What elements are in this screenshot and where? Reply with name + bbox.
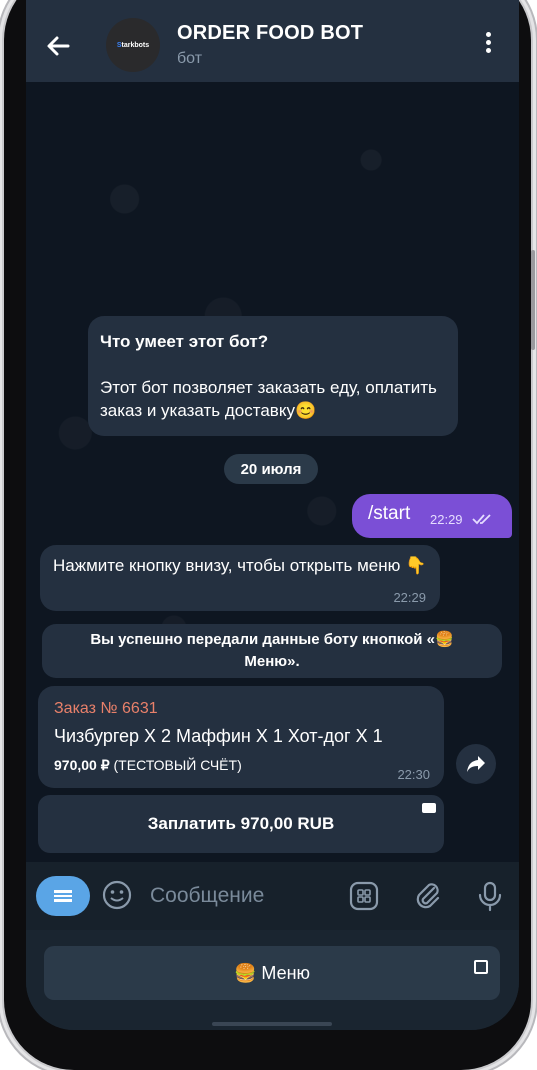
intro-body-text: Этот бот позволяет заказать еду, оплатит… bbox=[100, 378, 437, 420]
chat-subtitle: бот bbox=[177, 50, 203, 67]
keyboard-button-label: 🍔 Меню bbox=[233, 962, 311, 983]
message-input[interactable]: Сообщение bbox=[150, 884, 264, 908]
pay-button-label: Заплатить 970,00 RUB bbox=[147, 814, 335, 833]
service-message: Вы успешно передали данные боту кнопкой … bbox=[42, 624, 502, 678]
invoice-items: Чизбургер X 2 Маффин X 1 Хот-дог X 1 bbox=[54, 726, 383, 746]
share-icon[interactable] bbox=[456, 744, 496, 784]
reply-keyboard: 🍔 Меню bbox=[26, 930, 519, 1030]
intro-heading: Что умеет этот бот? bbox=[100, 332, 269, 351]
outgoing-message[interactable]: /start 22:29 bbox=[352, 494, 512, 538]
intro-body: Этот бот позволяет заказать еду, оплатит… bbox=[100, 376, 450, 422]
message-time: 22:29 bbox=[393, 590, 426, 605]
double-check-icon bbox=[472, 514, 491, 525]
pay-button[interactable]: Заплатить 970,00 RUB bbox=[38, 795, 444, 853]
invoice-number: Заказ № 6631 bbox=[54, 700, 158, 717]
arrow-left-icon[interactable] bbox=[42, 30, 74, 62]
avatar-text: tarkbots bbox=[121, 41, 150, 49]
chat-title[interactable]: ORDER FOOD BOT bbox=[177, 22, 363, 45]
microphone-icon[interactable] bbox=[474, 880, 506, 912]
sticker-icon[interactable] bbox=[348, 880, 380, 912]
avatar[interactable]: Starkbots bbox=[106, 18, 160, 72]
invoice-note: (ТЕСТОВЫЙ СЧЁТ) bbox=[113, 757, 242, 773]
keyboard-menu-button[interactable]: 🍔 Меню bbox=[44, 946, 500, 1000]
attach-icon[interactable] bbox=[412, 880, 444, 912]
side-button bbox=[531, 250, 535, 350]
webapp-icon bbox=[474, 960, 488, 974]
menu-icon[interactable] bbox=[36, 876, 90, 916]
outgoing-text: /start bbox=[368, 503, 411, 524]
incoming-message[interactable]: Нажмите кнопку внизу, чтобы открыть меню… bbox=[40, 545, 440, 611]
message-text: Нажмите кнопку внизу, чтобы открыть меню… bbox=[53, 555, 433, 577]
phone-frame: Starkbots ORDER FOOD BOT бот Что умеет э… bbox=[4, 0, 535, 1070]
service-line-1: Вы успешно передали данные боту кнопкой … bbox=[90, 631, 454, 648]
point-down-emoji-icon: 👇 bbox=[405, 556, 427, 575]
message-time: 22:29 bbox=[430, 512, 463, 527]
date-separator: 20 июля bbox=[224, 454, 318, 484]
service-line-2: Меню». bbox=[244, 653, 300, 670]
invoice-price: 970,00 ₽ (ТЕСТОВЫЙ СЧЁТ) bbox=[54, 757, 242, 774]
message-list[interactable]: Что умеет этот бот? Этот бот позволяет з… bbox=[26, 82, 519, 862]
smile-emoji-icon: 😊 bbox=[294, 401, 317, 420]
invoice-message[interactable]: Заказ № 6631 Чизбургер X 2 Маффин X 1 Хо… bbox=[38, 686, 444, 788]
message-time: 22:30 bbox=[397, 767, 430, 782]
more-vertical-icon[interactable] bbox=[478, 32, 498, 58]
message-text-body: Нажмите кнопку внизу, чтобы открыть меню bbox=[53, 556, 401, 575]
composer-bar: Сообщение bbox=[26, 862, 519, 930]
home-indicator[interactable] bbox=[212, 1022, 332, 1026]
card-icon bbox=[422, 803, 436, 813]
screen: Starkbots ORDER FOOD BOT бот Что умеет э… bbox=[26, 0, 519, 1030]
chat-header: Starkbots ORDER FOOD BOT бот bbox=[26, 0, 519, 82]
emoji-icon[interactable] bbox=[102, 880, 132, 910]
invoice-amount: 970,00 ₽ bbox=[54, 757, 110, 773]
bot-intro-card: Что умеет этот бот? Этот бот позволяет з… bbox=[88, 316, 458, 436]
